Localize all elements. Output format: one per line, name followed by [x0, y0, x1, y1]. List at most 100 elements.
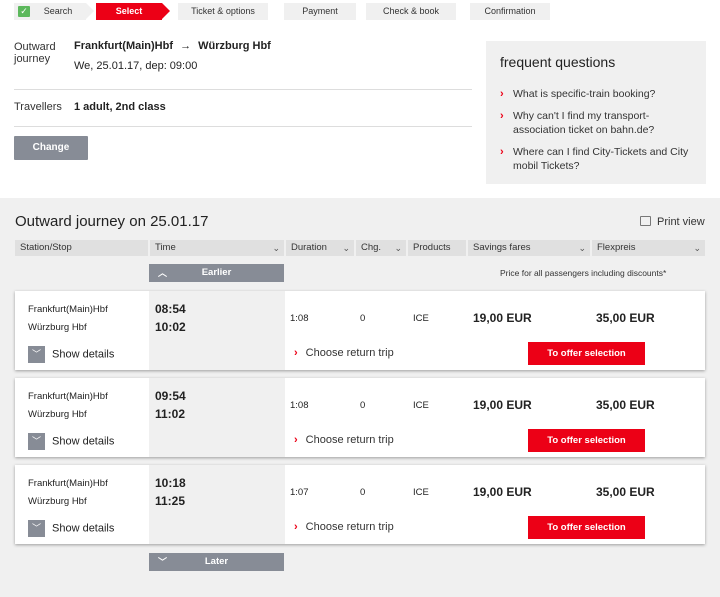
- choose-return-trip-link[interactable]: › Choose return trip: [294, 347, 394, 359]
- chevron-down-icon: ﹀: [28, 520, 45, 537]
- print-view-link[interactable]: Print view: [640, 216, 705, 228]
- change-button[interactable]: Change: [14, 136, 88, 160]
- show-details-toggle[interactable]: ﹀ Show details: [28, 520, 114, 537]
- show-details-toggle[interactable]: ﹀ Show details: [28, 346, 114, 363]
- product: ICE: [413, 487, 429, 498]
- faq-title: frequent questions: [500, 54, 616, 70]
- column-changes-label: Chg.: [361, 242, 382, 253]
- step-search-label: Search: [43, 6, 73, 16]
- choose-return-label: Choose return trip: [305, 347, 394, 359]
- product: ICE: [413, 400, 429, 411]
- column-savings-label: Savings fares: [473, 242, 531, 253]
- column-header-time[interactable]: Time ⌄: [150, 240, 284, 256]
- arrival-time: 11:25: [155, 494, 186, 508]
- flexpreis-price[interactable]: 35,00 EUR: [596, 311, 655, 325]
- column-header-savings[interactable]: Savings fares ⌄: [468, 240, 590, 256]
- connection-row: Frankfurt(Main)Hbf Würzburg Hbf 08:54 10…: [15, 291, 705, 370]
- faq-item[interactable]: › Where can I find City-Tickets and City…: [500, 145, 700, 173]
- route-to: Würzburg Hbf: [198, 40, 271, 52]
- chevron-down-icon: ⌄: [272, 243, 280, 253]
- column-duration-label: Duration: [291, 242, 327, 253]
- choose-return-trip-link[interactable]: › Choose return trip: [294, 434, 394, 446]
- booking-progress-steps: ✓ Search Select Ticket & options Payment…: [0, 0, 720, 22]
- savings-fare-price[interactable]: 19,00 EUR: [473, 485, 532, 499]
- chevron-down-icon: ⌄: [578, 243, 586, 253]
- chevron-right-icon: ›: [294, 434, 298, 446]
- choose-return-label: Choose return trip: [305, 434, 394, 446]
- changes: 0: [360, 400, 366, 411]
- chevron-down-icon: ⌄: [342, 243, 350, 253]
- checkmark-icon: ✓: [18, 6, 30, 17]
- outward-label-line1: Outward: [14, 41, 56, 53]
- later-label: Later: [204, 556, 229, 567]
- results-title: Outward journey on 25.01.17: [15, 213, 209, 230]
- chevron-down-icon: ﹀: [158, 557, 168, 567]
- step-search[interactable]: ✓ Search: [14, 3, 94, 20]
- column-flexpreis-label: Flexpreis: [597, 242, 636, 253]
- show-details-toggle[interactable]: ﹀ Show details: [28, 433, 114, 450]
- chevron-up-icon: ︿: [158, 268, 168, 278]
- faq-link-specific-train[interactable]: What is specific-train booking?: [513, 88, 655, 100]
- step-arrow: [86, 3, 94, 19]
- column-header-changes[interactable]: Chg. ⌄: [356, 240, 406, 256]
- chevron-right-icon: ›: [294, 347, 298, 359]
- later-button[interactable]: ﹀ Later: [149, 553, 284, 571]
- faq-box: frequent questions › What is specific-tr…: [486, 41, 706, 184]
- chevron-right-icon: ›: [500, 110, 504, 122]
- step-select-label: Select: [115, 6, 143, 16]
- changes: 0: [360, 487, 366, 498]
- connection-row: Frankfurt(Main)Hbf Würzburg Hbf 10:18 11…: [15, 465, 705, 544]
- print-view-label: Print view: [657, 216, 705, 228]
- duration: 1:07: [290, 487, 309, 498]
- faq-link-city-tickets[interactable]: Where can I find City-Tickets and City m…: [513, 146, 688, 172]
- faq-item[interactable]: › What is specific-train booking?: [500, 87, 700, 101]
- faq-link-transport-association[interactable]: Why can't I find my transport-associatio…: [513, 110, 654, 136]
- divider: [14, 89, 472, 90]
- column-header-flexpreis[interactable]: Flexpreis ⌄: [592, 240, 705, 256]
- column-header-duration[interactable]: Duration ⌄: [286, 240, 354, 256]
- outward-journey-label: Outward journey: [14, 41, 56, 65]
- changes: 0: [360, 313, 366, 324]
- step-arrow: [162, 3, 170, 19]
- flexpreis-price[interactable]: 35,00 EUR: [596, 485, 655, 499]
- column-time-label: Time: [155, 242, 176, 253]
- earlier-label: Earlier: [201, 267, 232, 278]
- departure-time: 08:54: [155, 302, 186, 316]
- earlier-button[interactable]: ︿ Earlier: [149, 264, 284, 282]
- chevron-down-icon: ﹀: [28, 433, 45, 450]
- arrival-time: 11:02: [155, 407, 186, 421]
- step-confirmation: Confirmation: [470, 3, 550, 20]
- travellers-label: Travellers: [14, 101, 62, 113]
- chevron-down-icon: ﹀: [28, 346, 45, 363]
- arrival-time: 10:02: [155, 320, 186, 334]
- chevron-down-icon: ⌄: [693, 243, 701, 253]
- step-payment: Payment: [284, 3, 356, 20]
- flexpreis-price[interactable]: 35,00 EUR: [596, 398, 655, 412]
- step-select: Select: [96, 3, 170, 20]
- column-station-label: Station/Stop: [20, 242, 72, 253]
- savings-fare-price[interactable]: 19,00 EUR: [473, 398, 532, 412]
- offer-selection-button[interactable]: To offer selection: [528, 342, 645, 365]
- savings-fare-price[interactable]: 19,00 EUR: [473, 311, 532, 325]
- departure-station: Frankfurt(Main)Hbf: [28, 391, 108, 402]
- outward-label-line2: journey: [14, 53, 51, 65]
- column-header-station: Station/Stop: [15, 240, 148, 256]
- journey-summary-panel: Outward journey Frankfurt(Main)Hbf → Wür…: [0, 22, 720, 198]
- route: Frankfurt(Main)Hbf → Würzburg Hbf: [74, 40, 271, 52]
- travellers-value: 1 adult, 2nd class: [74, 101, 166, 113]
- show-details-label: Show details: [52, 348, 115, 361]
- connection-row: Frankfurt(Main)Hbf Würzburg Hbf 09:54 11…: [15, 378, 705, 457]
- arrival-station: Würzburg Hbf: [28, 496, 87, 507]
- offer-selection-button[interactable]: To offer selection: [528, 429, 645, 452]
- printer-icon: [640, 216, 651, 226]
- faq-item[interactable]: › Why can't I find my transport-associat…: [500, 109, 700, 137]
- choose-return-trip-link[interactable]: › Choose return trip: [294, 521, 394, 533]
- arrival-station: Würzburg Hbf: [28, 322, 87, 333]
- offer-selection-button[interactable]: To offer selection: [528, 516, 645, 539]
- price-note: Price for all passengers including disco…: [500, 268, 667, 278]
- choose-return-label: Choose return trip: [305, 521, 394, 533]
- show-details-label: Show details: [52, 435, 115, 448]
- column-products-label: Products: [413, 242, 451, 253]
- chevron-down-icon: ⌄: [394, 243, 402, 253]
- departure-time: 09:54: [155, 389, 186, 403]
